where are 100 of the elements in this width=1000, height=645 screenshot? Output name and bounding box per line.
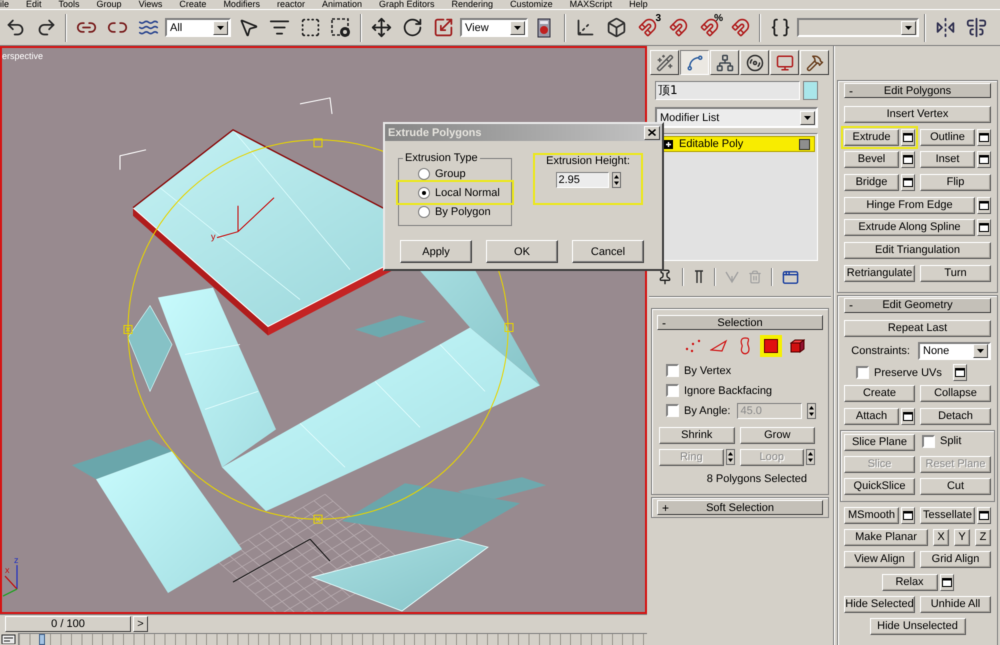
swatch-icon[interactable] xyxy=(803,81,818,100)
time-slider-track[interactable]: 0 / 100 > xyxy=(0,614,647,633)
subobject-button[interactable] xyxy=(760,335,782,357)
settings-button[interactable] xyxy=(952,364,967,382)
modifier-list-dropdown[interactable]: Modifier List xyxy=(655,107,818,128)
command-button[interactable]: Flip xyxy=(920,174,991,192)
command-button[interactable]: MSmooth xyxy=(844,506,899,524)
menu-item[interactable]: Tools xyxy=(58,0,80,9)
redo-icon[interactable] xyxy=(36,17,56,38)
command-button[interactable]: Outline xyxy=(920,128,975,146)
time-slider-thumb[interactable]: 0 / 100 xyxy=(5,616,131,632)
command-button[interactable]: Collapse xyxy=(920,385,991,402)
panel-tab[interactable] xyxy=(680,50,709,75)
settings-button[interactable] xyxy=(901,174,915,192)
menu-item[interactable]: Views xyxy=(138,0,162,9)
plus-box-icon[interactable] xyxy=(664,140,673,148)
settings-button[interactable] xyxy=(977,151,991,168)
menu-item[interactable]: Group xyxy=(96,0,122,9)
named-selection-dropdown[interactable] xyxy=(797,18,919,37)
settings-button[interactable] xyxy=(901,506,915,524)
align-icon[interactable] xyxy=(966,17,986,38)
rotate-icon[interactable] xyxy=(402,17,422,38)
checkbox[interactable] xyxy=(666,384,679,397)
dialog-button[interactable]: Apply xyxy=(400,240,472,263)
command-button[interactable]: Bridge xyxy=(844,174,899,192)
command-button[interactable]: Edit Triangulation xyxy=(844,242,991,260)
command-button[interactable]: Detach xyxy=(920,408,991,425)
command-button[interactable]: Turn xyxy=(920,264,991,282)
rollout-header[interactable]: - Edit Geometry xyxy=(844,298,991,313)
window-stack-icon[interactable] xyxy=(782,268,799,286)
magnet-icon[interactable] xyxy=(668,18,688,37)
pipe-icon[interactable] xyxy=(693,269,705,285)
dialog-button[interactable]: Cancel xyxy=(572,240,644,263)
radio-button[interactable] xyxy=(418,168,430,180)
extrusion-height-field[interactable]: 2.95 xyxy=(556,172,608,188)
mirror-icon[interactable] xyxy=(934,17,956,38)
undo-icon[interactable] xyxy=(4,17,26,38)
rollout-header[interactable]: - Edit Polygons xyxy=(844,83,991,98)
menu-item[interactable]: ile xyxy=(0,0,10,9)
command-button[interactable]: Create xyxy=(844,385,915,402)
command-button[interactable]: Bevel xyxy=(844,151,899,168)
command-button[interactable]: Hide Selected xyxy=(844,596,915,613)
menu-item[interactable]: Rendering xyxy=(452,0,494,9)
settings-button[interactable] xyxy=(977,506,991,524)
command-button[interactable]: Repeat Last xyxy=(844,320,991,337)
command-button[interactable]: Unhide All xyxy=(920,596,991,613)
selection-filter-dropdown[interactable]: All xyxy=(165,18,231,37)
command-button[interactable]: Slice Plane xyxy=(844,434,915,451)
axis-icon[interactable] xyxy=(574,17,596,38)
settings-button[interactable] xyxy=(977,196,991,214)
checkbox[interactable] xyxy=(666,404,679,417)
radio-button[interactable] xyxy=(418,186,430,198)
move-icon[interactable] xyxy=(370,17,392,38)
checkbox[interactable] xyxy=(666,364,679,377)
command-button[interactable]: Retriangulate xyxy=(844,264,915,282)
next-frame-button[interactable]: > xyxy=(133,616,148,632)
menu-item[interactable]: Modifiers xyxy=(223,0,260,9)
command-button[interactable]: Shrink xyxy=(659,427,734,444)
settings-button[interactable] xyxy=(940,574,954,590)
checkbox[interactable] xyxy=(922,434,935,448)
settings-button[interactable] xyxy=(977,128,991,146)
track-bar[interactable] xyxy=(18,633,647,645)
settings-button[interactable] xyxy=(977,219,991,236)
close-button[interactable] xyxy=(644,126,660,140)
command-button[interactable]: View Align xyxy=(844,551,915,568)
menu-item[interactable]: Customize xyxy=(510,0,553,9)
dashed-square-icon[interactable] xyxy=(300,17,320,38)
command-button[interactable]: Tessellate xyxy=(920,506,975,524)
menu-item[interactable]: Create xyxy=(179,0,206,9)
command-button[interactable]: Inset xyxy=(920,151,975,168)
coordinate-system-dropdown[interactable]: View xyxy=(460,18,528,37)
command-button[interactable]: Cut xyxy=(920,478,991,495)
settings-button[interactable] xyxy=(901,151,915,168)
command-button[interactable]: Hide Unselected xyxy=(870,618,966,635)
settings-button[interactable] xyxy=(901,408,915,425)
axis-button[interactable]: Y xyxy=(954,529,970,546)
rollout-header[interactable]: - Selection xyxy=(657,315,823,330)
cube-icon[interactable] xyxy=(606,17,626,38)
command-button[interactable]: Make Planar xyxy=(844,529,928,546)
command-button[interactable]: Attach xyxy=(844,408,899,425)
braces-icon[interactable] xyxy=(770,17,790,38)
menu-item[interactable]: Edit xyxy=(26,0,42,9)
radio-button[interactable] xyxy=(418,206,430,218)
menu-item[interactable]: reactor xyxy=(276,0,305,9)
spinner-arrows-icon[interactable] xyxy=(807,402,816,418)
command-button[interactable]: Grid Align xyxy=(920,551,991,568)
menu-item[interactable]: Graph Editors xyxy=(379,0,435,9)
magnet-icon[interactable] xyxy=(638,18,656,37)
axis-button[interactable]: X xyxy=(933,529,949,546)
spinner-arrows-icon[interactable] xyxy=(612,172,620,188)
command-button[interactable]: Extrude xyxy=(844,128,899,146)
magnet-icon[interactable] xyxy=(730,18,750,37)
pointer-icon[interactable] xyxy=(238,17,258,38)
command-button[interactable]: Insert Vertex xyxy=(844,106,991,123)
checkbox[interactable] xyxy=(856,366,869,380)
pin-icon[interactable] xyxy=(657,269,673,285)
axis-button[interactable]: Z xyxy=(975,529,991,546)
command-button[interactable]: Hinge From Edge xyxy=(844,196,975,214)
rollout-header[interactable]: + Soft Selection xyxy=(657,500,823,515)
command-button[interactable]: Extrude Along Spline xyxy=(844,219,975,236)
